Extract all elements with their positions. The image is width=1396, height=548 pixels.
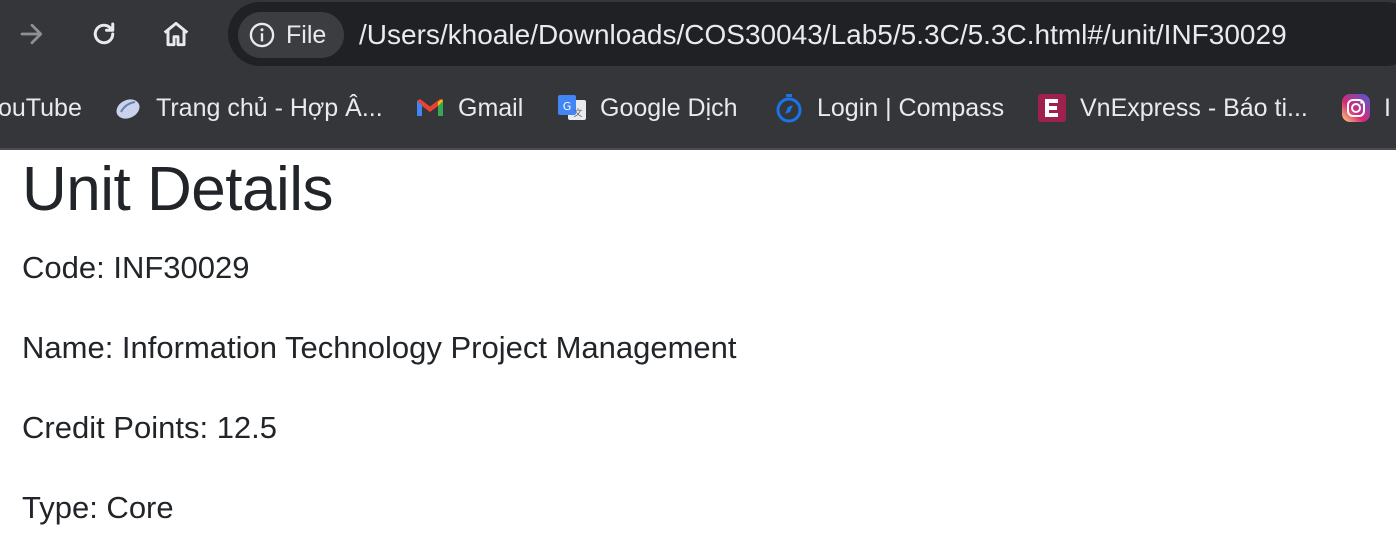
url-text[interactable]: /Users/khoale/Downloads/COS30043/Lab5/5.… [359, 2, 1287, 68]
info-icon [249, 22, 275, 48]
bookmark-label: I [1384, 93, 1391, 122]
bookmark-trang-chu[interactable]: Trang chủ - Hợp Â... [112, 88, 383, 128]
unit-code: Code: INF30029 [22, 250, 250, 285]
home-icon [163, 21, 189, 47]
forward-arrow-icon [20, 23, 43, 45]
unit-credit-points: Credit Points: 12.5 [22, 410, 278, 445]
address-bar[interactable]: File /Users/khoale/Downloads/COS30043/La… [228, 2, 1396, 66]
bookmark-label: Trang chủ - Hợp Â... [156, 93, 383, 122]
bookmark-label: Login | Compass [817, 93, 1005, 122]
unit-name: Name: Information Technology Project Man… [22, 330, 737, 365]
svg-text:文: 文 [573, 107, 582, 119]
reload-button[interactable] [84, 14, 124, 54]
bookmark-google-translate[interactable]: G 文 Google Dịch [556, 88, 738, 128]
instagram-icon [1342, 94, 1370, 122]
cloud-icon [116, 99, 140, 119]
bookmark-gmail[interactable]: Gmail [414, 88, 523, 128]
bookmark-label: ouTube [0, 93, 82, 122]
site-info-label: File [286, 21, 327, 49]
svg-text:G: G [563, 100, 572, 113]
forward-button[interactable] [12, 14, 52, 54]
compass-icon [776, 94, 802, 123]
gmail-icon [417, 99, 443, 116]
bookmark-vnexpress[interactable]: VnExpress - Báo ti... [1036, 88, 1308, 128]
bookmark-label: Gmail [458, 93, 524, 122]
bookmark-instagram[interactable]: I [1340, 88, 1391, 128]
unit-type: Type: Core [22, 490, 174, 525]
bookmarks-bar: ouTube Trang chủ - Hợp Â... Gmail G 文 Go… [0, 68, 1396, 150]
bookmark-compass[interactable]: Login | Compass [773, 88, 1004, 128]
bookmark-label: VnExpress - Báo ti... [1080, 93, 1308, 122]
site-info-chip[interactable]: File [238, 12, 344, 58]
browser-toolbar: File /Users/khoale/Downloads/COS30043/La… [0, 0, 1396, 68]
google-translate-icon: G 文 [558, 95, 586, 120]
bookmark-label: Google Dịch [600, 93, 738, 122]
bookmark-youtube[interactable]: ouTube [0, 88, 82, 128]
page-title: Unit Details [22, 155, 334, 224]
home-button[interactable] [156, 14, 196, 54]
reload-icon [93, 22, 115, 45]
vnexpress-icon [1038, 94, 1066, 122]
